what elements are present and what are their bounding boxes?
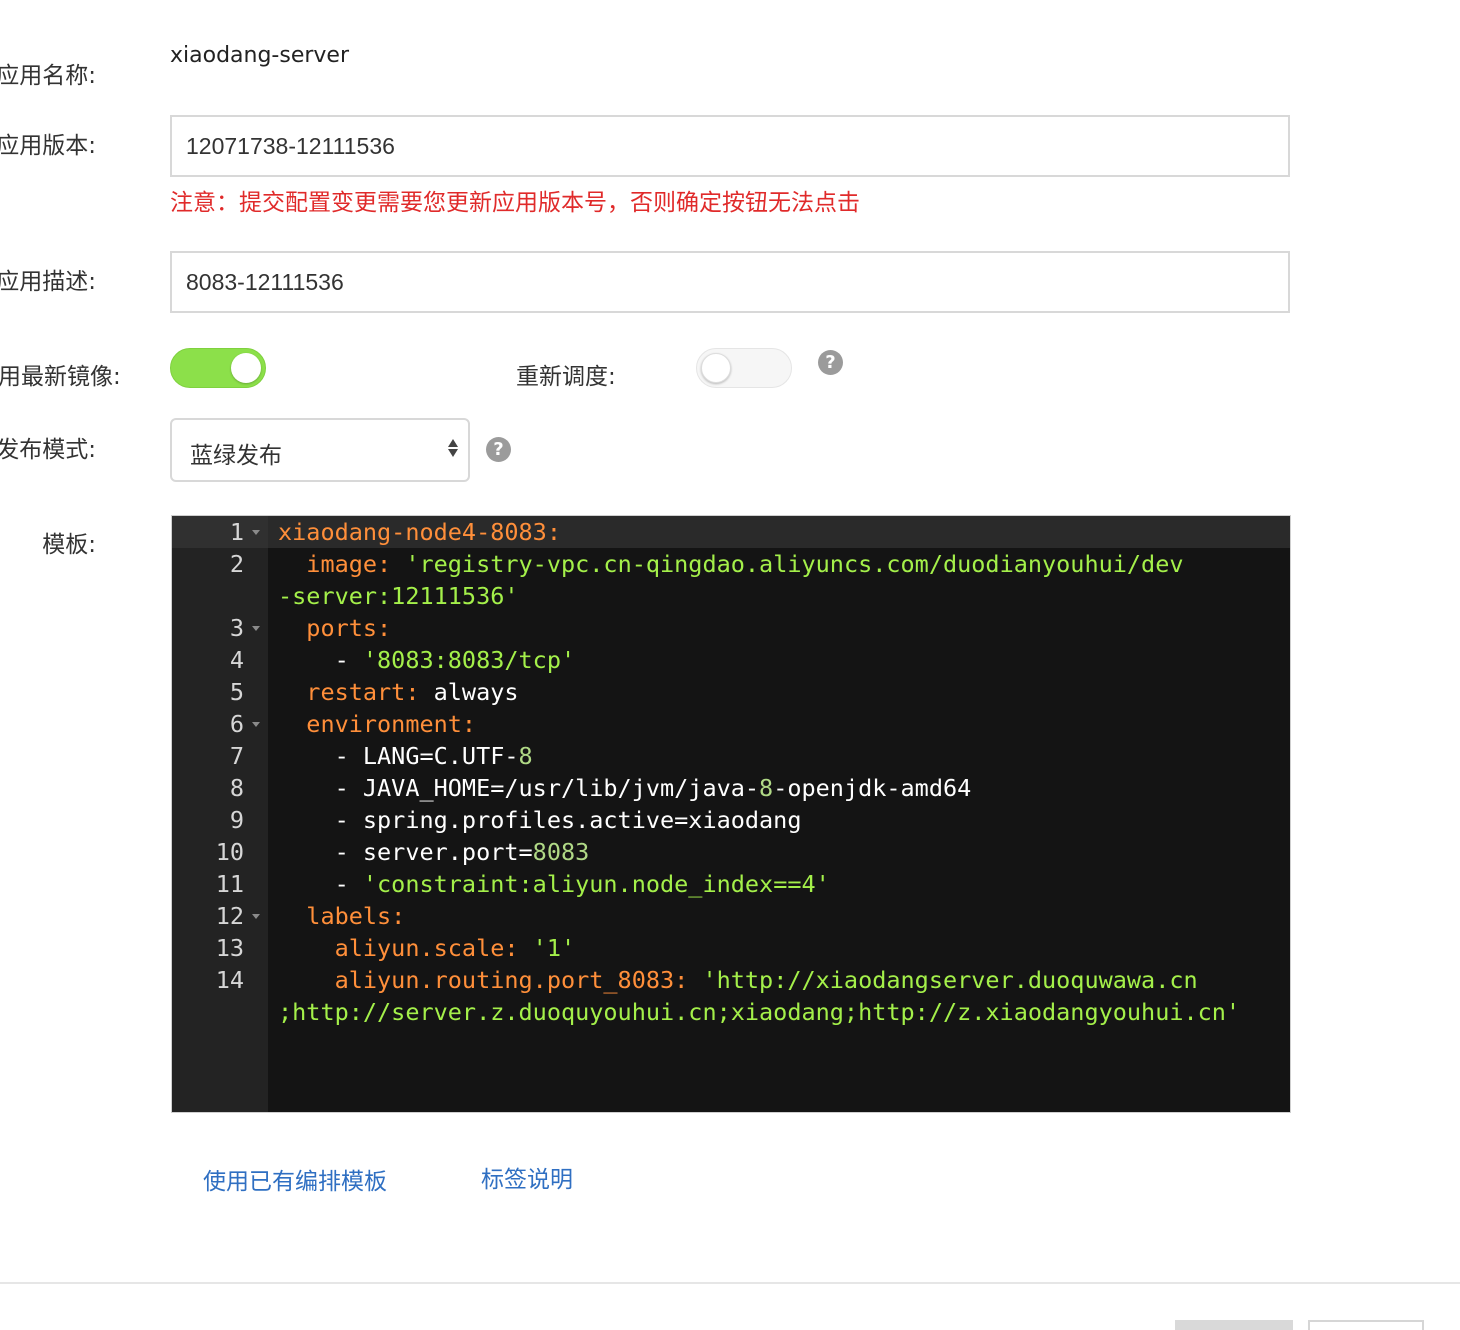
use-latest-image-label: 用最新镜像: — [0, 364, 121, 390]
code-line: - JAVA_HOME=/usr/lib/jvm/java-8-openjdk-… — [278, 774, 972, 802]
fold-arrow-icon[interactable] — [252, 530, 260, 535]
line-number: 14 — [215, 966, 244, 994]
line-number: 1 — [229, 518, 244, 546]
line-number: 10 — [215, 838, 244, 866]
label-docs-link[interactable]: 标签说明 — [481, 1160, 573, 1194]
fold-arrow-icon[interactable] — [252, 722, 260, 727]
release-mode-selected: 蓝绿发布 — [190, 443, 282, 469]
line-number: 5 — [229, 678, 244, 706]
code-line: image: 'registry-vpc.cn-qingdao.aliyuncs… — [278, 550, 1184, 578]
app-version-input[interactable]: 12071738-12111536 — [170, 115, 1290, 177]
line-number: 7 — [229, 742, 244, 770]
use-latest-image-toggle[interactable] — [170, 348, 266, 388]
app-desc-label: 应用描述: — [0, 269, 96, 295]
template-code-editor[interactable]: 1 2 3 4 5 6 7 8 9 10 11 12 13 14 xiaodan… — [171, 515, 1291, 1113]
line-number: 11 — [215, 870, 244, 898]
code-line: restart: always — [278, 678, 519, 706]
release-mode-help-icon[interactable]: ? — [486, 437, 511, 462]
code-line: - spring.profiles.active=xiaodang — [278, 806, 802, 834]
line-number: 2 — [229, 550, 244, 578]
code-line: - server.port=8083 — [278, 838, 590, 866]
toggle-knob — [701, 353, 731, 383]
reschedule-toggle[interactable] — [696, 348, 792, 388]
line-number: 8 — [229, 774, 244, 802]
code-line-wrap: ;http://server.z.duoquyouhui.cn;xiaodang… — [278, 998, 1241, 1026]
line-number: 9 — [229, 806, 244, 834]
line-number: 3 — [229, 614, 244, 642]
code-line: - LANG=C.UTF-8 — [278, 742, 533, 770]
code-line: labels: — [278, 902, 406, 930]
code-line: aliyun.routing.port_8083: 'http://xiaoda… — [278, 966, 1198, 994]
footer-divider — [0, 1282, 1460, 1284]
release-mode-select[interactable]: 蓝绿发布 — [170, 418, 470, 482]
code-line: - 'constraint:aliyun.node_index==4' — [278, 870, 830, 898]
reschedule-help-icon[interactable]: ? — [818, 350, 843, 375]
app-version-label: 应用版本: — [0, 133, 96, 159]
template-label: 模板: — [42, 532, 96, 558]
confirm-button[interactable] — [1175, 1320, 1293, 1330]
select-arrows-icon — [448, 437, 458, 459]
code-line: ports: — [278, 614, 392, 642]
app-name-value: xiaodang-server — [170, 43, 350, 68]
use-existing-template-link[interactable]: 使用已有编排模板 — [203, 1162, 387, 1196]
code-line: - '8083:8083/tcp' — [278, 646, 576, 674]
fold-arrow-icon[interactable] — [252, 626, 260, 631]
version-warning-text: 注意：提交配置变更需要您更新应用版本号，否则确定按钮无法点击 — [170, 190, 860, 216]
code-line: aliyun.scale: '1' — [278, 934, 576, 962]
fold-arrow-icon[interactable] — [252, 914, 260, 919]
code-line: xiaodang-node4-8083: — [278, 518, 561, 546]
code-line: environment: — [278, 710, 477, 738]
app-name-label: 应用名称: — [0, 63, 96, 89]
release-mode-label: 发布模式: — [0, 437, 96, 463]
toggle-knob — [231, 353, 261, 383]
line-number: 6 — [229, 710, 244, 738]
code-line-wrap: -server:12111536' — [278, 582, 519, 610]
app-desc-input[interactable]: 8083-12111536 — [170, 251, 1290, 313]
line-number: 12 — [215, 902, 244, 930]
line-number: 13 — [215, 934, 244, 962]
cancel-button[interactable] — [1308, 1320, 1424, 1330]
line-number: 4 — [229, 646, 244, 674]
reschedule-label: 重新调度: — [516, 364, 616, 390]
